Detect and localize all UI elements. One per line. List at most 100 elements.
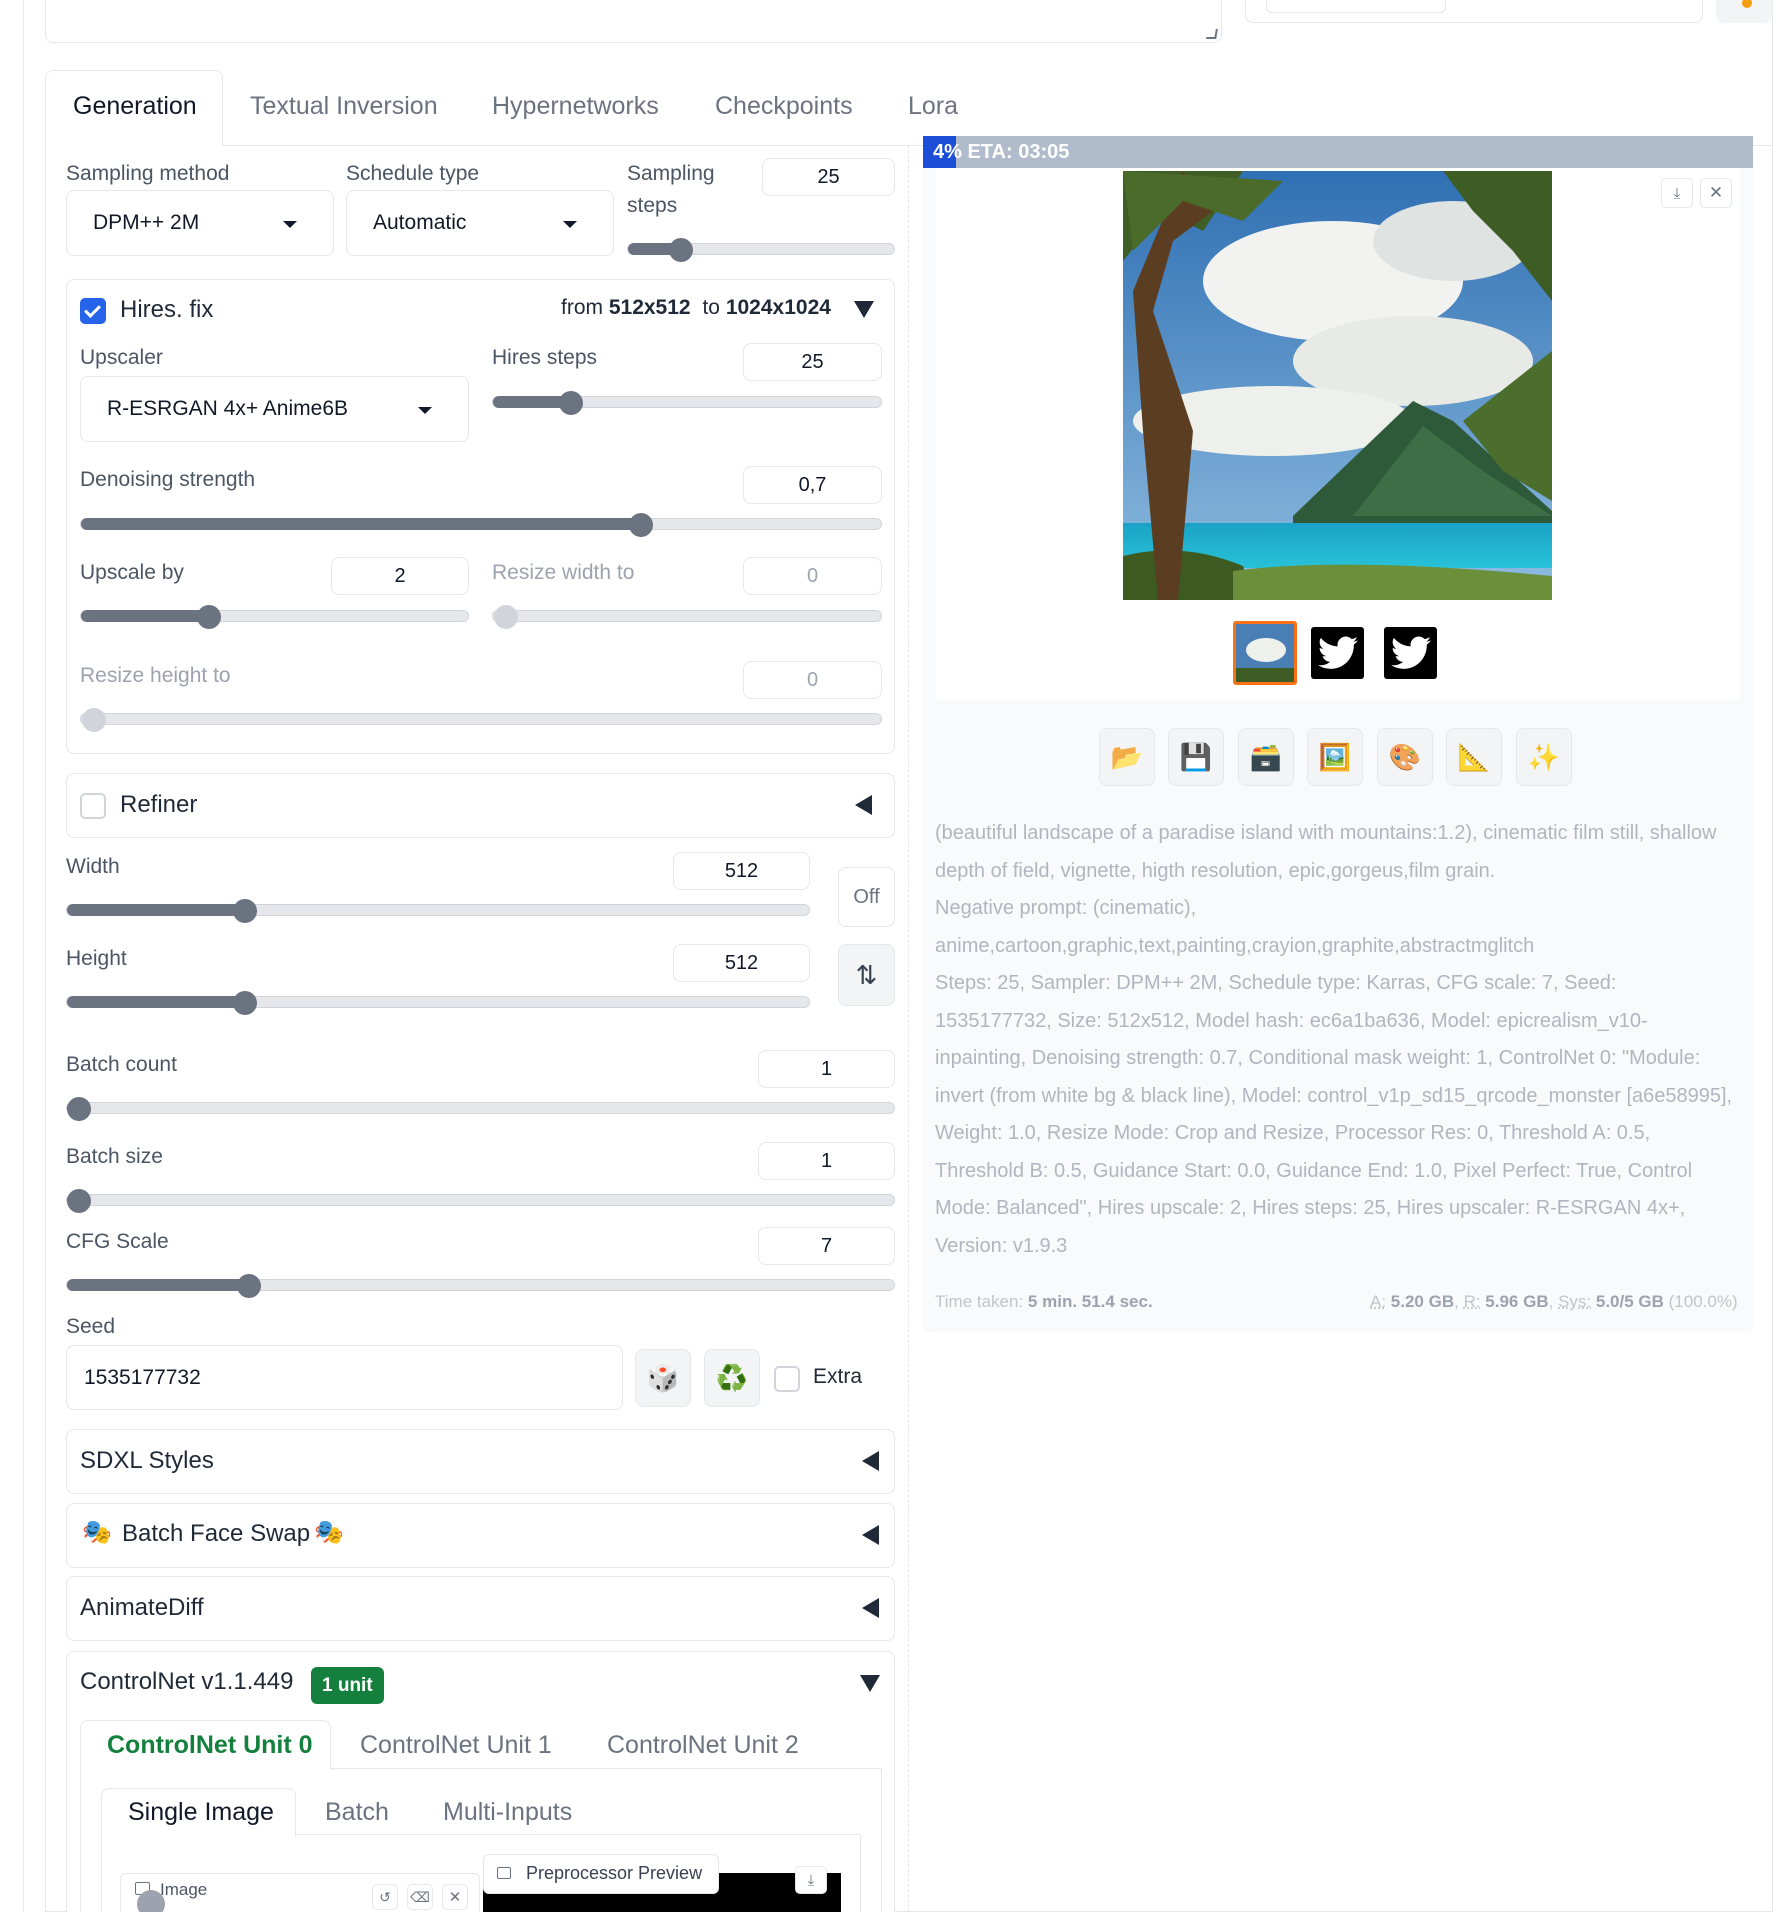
vram-r-label: R: — [1464, 1292, 1481, 1311]
resize-height-input[interactable]: 0 — [743, 661, 882, 699]
eraser-icon[interactable]: ⌫ — [407, 1884, 433, 1910]
schedule-type-dropdown[interactable]: Automatic — [346, 190, 614, 256]
batch-size-slider[interactable] — [66, 1194, 895, 1206]
tab-checkpoints[interactable]: Checkpoints — [715, 92, 853, 121]
resize-width-slider[interactable] — [492, 610, 882, 622]
random-seed-button[interactable]: 🎲 — [635, 1349, 691, 1407]
extra-seed-checkbox[interactable] — [774, 1366, 800, 1392]
slider-thumb[interactable] — [494, 605, 518, 629]
aspect-lock-button[interactable]: Off — [838, 867, 895, 927]
resize-width-input[interactable]: 0 — [743, 557, 882, 595]
clear-image-icon[interactable]: ✕ — [442, 1884, 468, 1910]
tab-lora[interactable]: Lora — [908, 92, 958, 121]
progress-text: 4% ETA: 03:05 — [933, 141, 1069, 164]
reuse-seed-button[interactable]: ♻️ — [704, 1349, 760, 1407]
close-gallery-icon[interactable]: ✕ — [1700, 178, 1732, 208]
animatediff-title: AnimateDiff — [80, 1594, 204, 1622]
sampling-steps-input[interactable]: 25 — [762, 158, 895, 196]
style-apply-button[interactable] — [1716, 0, 1772, 23]
slider-thumb[interactable] — [237, 1274, 261, 1298]
cfg-scale-input[interactable]: 7 — [758, 1227, 895, 1265]
tab-controlnet-unit-0[interactable]: ControlNet Unit 0 — [107, 1731, 313, 1760]
expand-arrow-icon[interactable] — [862, 1598, 879, 1618]
slider-thumb[interactable] — [197, 605, 221, 629]
tab-multi-inputs[interactable]: Multi-Inputs — [443, 1798, 572, 1827]
save-button[interactable]: 💾 — [1168, 728, 1224, 786]
image-icon — [497, 1867, 511, 1879]
denoising-strength-slider[interactable] — [80, 518, 882, 530]
tab-controlnet-unit-1[interactable]: ControlNet Unit 1 — [360, 1731, 552, 1760]
slider-thumb[interactable] — [82, 708, 106, 732]
dice-icon: 🎲 — [647, 1363, 679, 1394]
left-border — [23, 0, 24, 1912]
thumbnail-selected[interactable] — [1233, 621, 1297, 685]
thumbnail-twitter-2[interactable] — [1384, 627, 1437, 679]
slider-thumb[interactable] — [233, 899, 257, 923]
check-icon — [84, 301, 101, 318]
hires-fix-checkbox[interactable] — [80, 298, 106, 324]
vram-sys-label: Sys: — [1558, 1292, 1591, 1311]
expand-arrow-icon[interactable] — [855, 795, 872, 815]
slider-thumb[interactable] — [67, 1097, 91, 1121]
slider-thumb[interactable] — [669, 238, 693, 262]
width-slider[interactable] — [66, 904, 810, 916]
sampling-steps-slider[interactable] — [627, 243, 895, 255]
tab-hypernetworks[interactable]: Hypernetworks — [492, 92, 659, 121]
send-to-img2img-button[interactable]: 🖼️ — [1307, 728, 1363, 786]
from-size: 512x512 — [609, 296, 691, 319]
vram-a-label: A: — [1370, 1292, 1386, 1311]
expand-arrow-icon[interactable] — [862, 1451, 879, 1471]
batch-size-input[interactable]: 1 — [758, 1142, 895, 1180]
denoising-strength-input[interactable]: 0,7 — [743, 466, 882, 504]
tab-batch[interactable]: Batch — [325, 1798, 389, 1827]
batch-count-slider[interactable] — [66, 1102, 895, 1114]
slider-thumb[interactable] — [67, 1189, 91, 1213]
width-input[interactable]: 512 — [673, 852, 810, 890]
swap-dimensions-button[interactable]: ⇅ — [838, 944, 895, 1006]
open-folder-button[interactable]: 📂 — [1099, 728, 1155, 786]
download-preview-icon[interactable]: ⤓ — [795, 1866, 827, 1894]
slider-thumb[interactable] — [629, 513, 653, 537]
upscale-by-slider[interactable] — [80, 610, 469, 622]
tab-generation[interactable]: Generation — [73, 92, 197, 121]
style-selector[interactable] — [1266, 0, 1446, 13]
upscaler-dropdown[interactable]: R-ESRGAN 4x+ Anime6B — [80, 376, 469, 442]
expand-arrow-icon[interactable] — [862, 1525, 879, 1545]
resize-grip-icon[interactable] — [1206, 29, 1218, 39]
upscale-by-label: Upscale by — [80, 561, 184, 585]
collapse-arrow-icon[interactable] — [854, 301, 874, 318]
slider-thumb[interactable] — [233, 991, 257, 1015]
undo-icon[interactable]: ↺ — [372, 1884, 398, 1910]
sampling-method-dropdown[interactable]: DPM++ 2M — [66, 190, 334, 256]
thumbnail-cloud — [1246, 638, 1286, 662]
resize-height-slider[interactable] — [80, 713, 882, 725]
tab-textual-inversion[interactable]: Textual Inversion — [250, 92, 438, 121]
save-zip-button[interactable]: 🗃️ — [1238, 728, 1294, 786]
time-taken: Time taken: 5 min. 51.4 sec. — [935, 1292, 1153, 1312]
slider-thumb[interactable] — [559, 391, 583, 415]
download-image-icon[interactable]: ⤓ — [1661, 178, 1693, 208]
upscale-button[interactable]: ✨ — [1516, 728, 1572, 786]
send-to-extras-button[interactable]: 📐 — [1446, 728, 1502, 786]
cfg-scale-slider[interactable] — [66, 1279, 895, 1291]
height-slider[interactable] — [66, 996, 810, 1008]
upscale-by-input[interactable]: 2 — [331, 557, 469, 595]
prompt-textarea[interactable] — [45, 0, 1222, 43]
tab-single-image[interactable]: Single Image — [128, 1798, 274, 1827]
send-to-inpaint-button[interactable]: 🎨 — [1377, 728, 1433, 786]
extra-seed-label: Extra — [813, 1365, 862, 1389]
tab-controlnet-unit-2[interactable]: ControlNet Unit 2 — [607, 1731, 799, 1760]
generation-info: (beautiful landscape of a paradise islan… — [935, 815, 1735, 1265]
seed-input[interactable]: 1535177732 — [66, 1345, 623, 1410]
refiner-checkbox[interactable] — [80, 793, 106, 819]
hires-steps-slider[interactable] — [492, 396, 882, 408]
batch-count-input[interactable]: 1 — [758, 1050, 895, 1088]
generated-image[interactable] — [1123, 171, 1552, 600]
collapse-arrow-icon[interactable] — [860, 1675, 880, 1692]
hires-steps-input[interactable]: 25 — [743, 343, 882, 381]
vram-sys-percent: (100.0%) — [1669, 1292, 1738, 1311]
height-input[interactable]: 512 — [673, 944, 810, 982]
batch-count-label: Batch count — [66, 1053, 177, 1077]
thumbnail-twitter-1[interactable] — [1311, 627, 1364, 679]
batch-face-swap-title: Batch Face Swap — [122, 1520, 310, 1548]
